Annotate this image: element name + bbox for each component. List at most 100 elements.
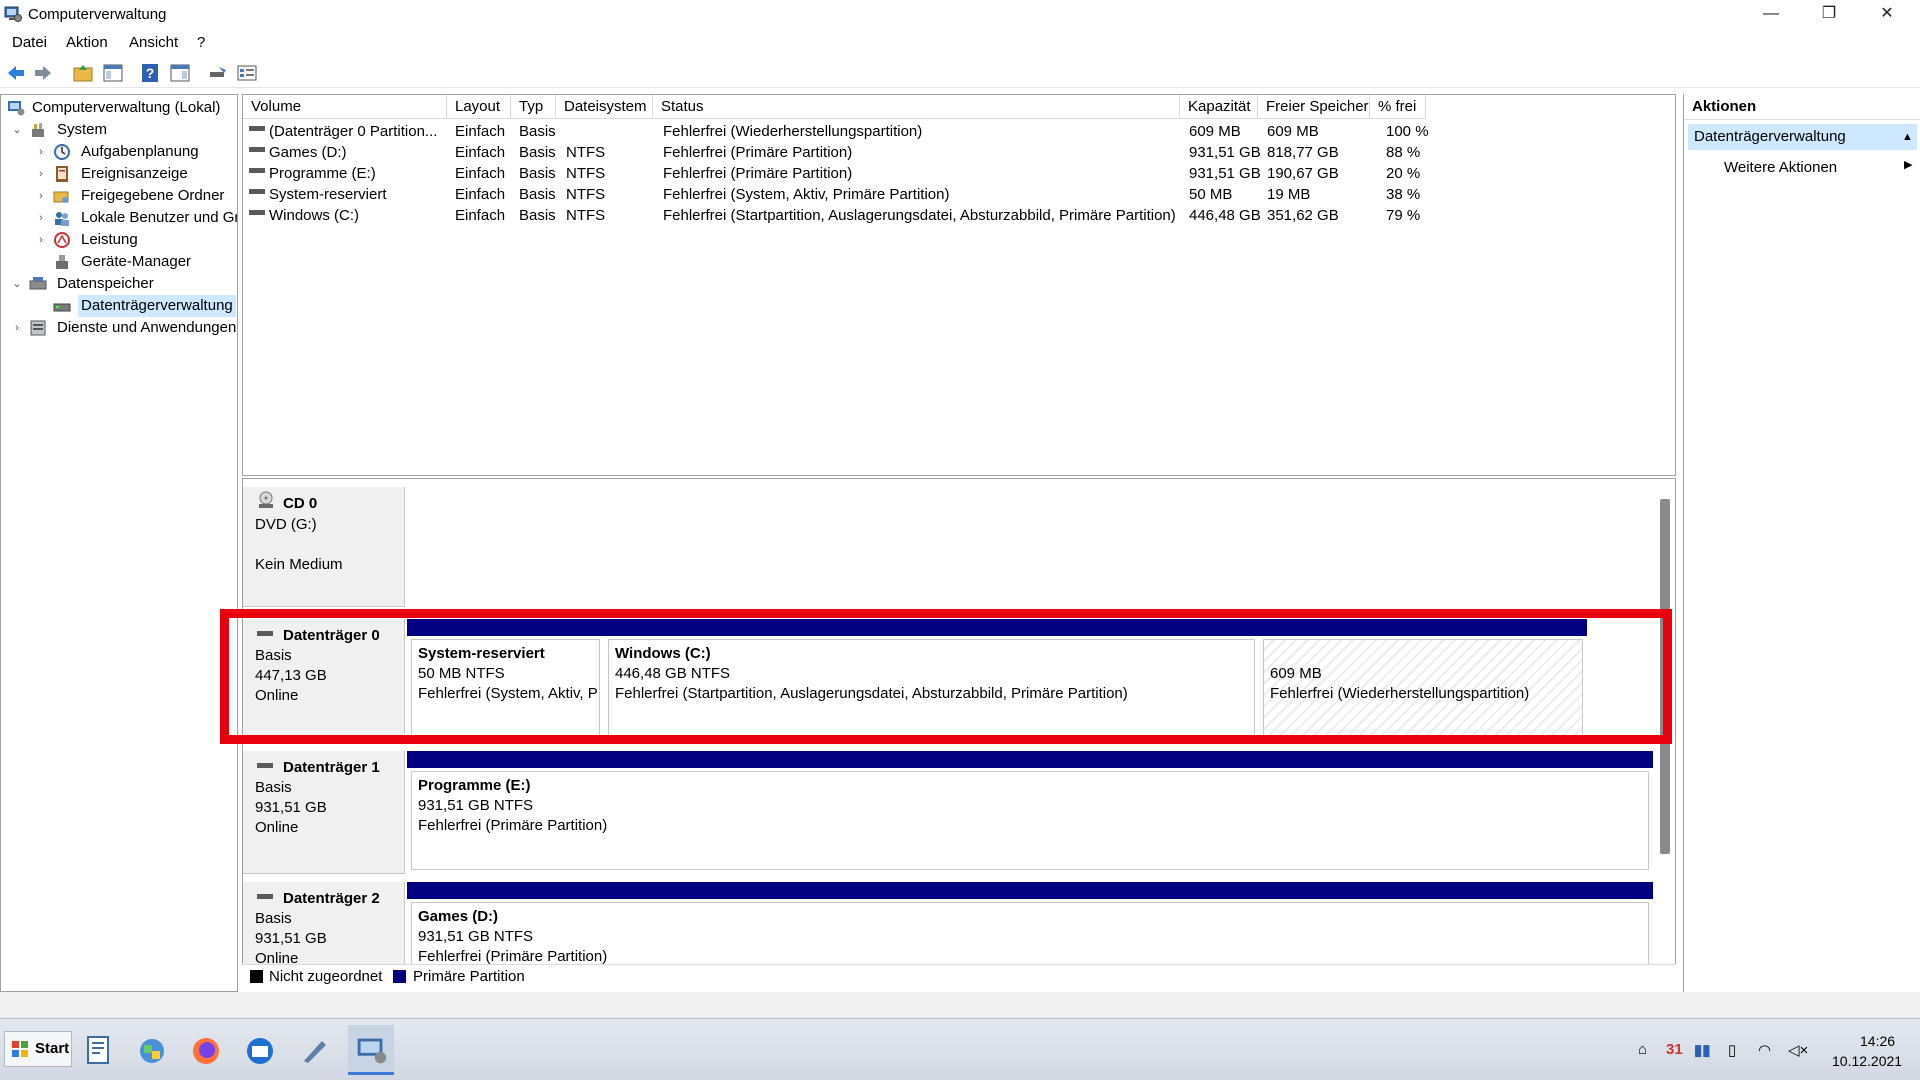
show-hide-console-tree-icon[interactable] <box>102 62 124 84</box>
chevron-down-icon[interactable]: ⌄ <box>11 119 23 141</box>
tree-item-leistung[interactable]: › Leistung <box>5 229 235 251</box>
column-header-freier-speicher[interactable]: Freier Speicher <box>1258 95 1370 119</box>
pen-tool-icon[interactable] <box>294 1031 334 1071</box>
forward-arrow-icon[interactable] <box>32 62 54 84</box>
properties-list-icon[interactable] <box>236 62 258 84</box>
show-hide-action-pane-icon[interactable] <box>169 62 191 84</box>
close-button[interactable]: ✕ <box>1858 0 1916 29</box>
menu-help[interactable]: ? <box>197 34 205 51</box>
menu-ansicht[interactable]: Ansicht <box>129 34 178 51</box>
collapse-up-icon[interactable]: ▲ <box>1902 124 1913 150</box>
chevron-right-icon[interactable]: › <box>35 207 47 229</box>
tree-item-aufgabenplanung[interactable]: › Aufgabenplanung <box>5 141 235 163</box>
column-header-layout[interactable]: Layout <box>447 95 511 119</box>
volume-icon <box>249 188 265 194</box>
computer-management-icon <box>357 1038 387 1064</box>
connect-drive-icon[interactable] <box>207 62 229 84</box>
column-header-volume[interactable]: Volume <box>243 95 447 119</box>
chevron-right-icon[interactable]: › <box>11 317 23 339</box>
submenu-arrow-icon: ▶ <box>1904 159 1913 171</box>
event-viewer-icon <box>56 166 68 182</box>
column-header-dateisystem[interactable]: Dateisystem <box>556 95 653 119</box>
computer-management-icon <box>8 101 25 116</box>
table-row[interactable]: Windows (C:) Einfach Basis NTFS Fehlerfr… <box>243 205 1675 226</box>
chevron-right-icon[interactable]: › <box>35 229 47 251</box>
notepad-icon[interactable] <box>78 1031 118 1071</box>
disk-row-1[interactable]: Datenträger 1 Basis 931,51 GB Online Pro… <box>243 751 1653 874</box>
primary-partition-swatch <box>393 970 406 983</box>
taskbar-active-app[interactable] <box>348 1025 394 1075</box>
clock-date[interactable]: 10.12.2021 <box>1832 1053 1902 1069</box>
cell-volume: System-reserviert <box>269 186 387 203</box>
tree-item-datenspeicher[interactable]: ⌄ Datenspeicher <box>5 273 235 295</box>
control-panel-icon[interactable] <box>132 1031 172 1071</box>
disk-size: 931,51 GB <box>255 930 327 947</box>
speaker-muted-icon[interactable]: ◁× <box>1788 1041 1808 1059</box>
disk-row-cd0[interactable]: CD 0 DVD (G:) Kein Medium <box>243 487 1653 607</box>
column-header-status[interactable]: Status <box>653 95 1180 119</box>
tree-item-dienste[interactable]: › Dienste und Anwendungen <box>5 317 237 339</box>
cell-kapazitaet: 931,51 GB <box>1189 144 1261 161</box>
disk-type: Basis <box>255 910 292 927</box>
tree-label: Dienste und Anwendungen <box>57 319 237 336</box>
partition-programme-e[interactable]: Programme (E:) 931,51 GB NTFS Fehlerfrei… <box>407 751 1653 874</box>
tree-item-lokale-benutzer[interactable]: › Lokale Benutzer und Gr <box>5 207 237 229</box>
partition-size: 931,51 GB NTFS <box>418 797 534 814</box>
help-icon[interactable]: ? <box>139 62 161 84</box>
up-folder-icon[interactable] <box>72 62 94 84</box>
wifi-icon[interactable]: ◠ <box>1758 1041 1771 1059</box>
menu-datei[interactable]: Datei <box>12 34 47 51</box>
cell-typ: Basis <box>519 144 556 161</box>
tree-item-ereignisanzeige[interactable]: › Ereignisanzeige <box>5 163 235 185</box>
partition-body[interactable]: Programme (E:) 931,51 GB NTFS Fehlerfrei… <box>411 771 1649 870</box>
tree-item-geraete-manager[interactable]: Geräte-Manager <box>5 251 235 273</box>
actions-pane: Aktionen Datenträgerverwaltung ▲ Weitere… <box>1683 94 1920 992</box>
navigation-tree: Computerverwaltung (Lokal) ⌄ System › Au… <box>0 94 238 992</box>
thunderbird-icon[interactable] <box>240 1031 280 1071</box>
primary-partition-bar <box>407 751 1653 768</box>
tray-app-icon[interactable]: ⌂ <box>1638 1041 1647 1058</box>
column-header-kapazitaet[interactable]: Kapazität <box>1180 95 1258 119</box>
menu-bar: Datei Aktion Ansicht ? <box>0 31 1920 55</box>
usb-drive-icon[interactable]: ▯ <box>1728 1041 1736 1059</box>
menu-aktion[interactable]: Aktion <box>66 34 108 51</box>
chevron-right-icon[interactable]: › <box>35 185 47 207</box>
chevron-right-icon[interactable]: › <box>35 141 47 163</box>
cell-typ: Basis <box>519 207 556 224</box>
cell-dateisystem: NTFS <box>566 186 606 203</box>
calendar-icon[interactable]: 31 <box>1666 1041 1683 1058</box>
cell-status: Fehlerfrei (Primäre Partition) <box>663 165 853 182</box>
chevron-right-icon[interactable]: › <box>35 163 47 185</box>
column-header-typ[interactable]: Typ <box>511 95 556 119</box>
table-row[interactable]: Games (D:) Einfach Basis NTFS Fehlerfrei… <box>243 142 1675 163</box>
column-header-prozent-frei[interactable]: % frei <box>1370 95 1426 119</box>
cell-kapazitaet: 609 MB <box>1189 123 1241 140</box>
tree-item-root[interactable]: Computerverwaltung (Lokal) <box>5 97 235 119</box>
performance-icon <box>54 232 70 248</box>
cell-freier-speicher: 818,77 GB <box>1267 144 1339 161</box>
volume-icon <box>249 125 265 131</box>
restore-button[interactable]: ❐ <box>1800 0 1858 29</box>
firefox-icon[interactable] <box>186 1031 226 1071</box>
cell-status: Fehlerfrei (Startpartition, Auslagerungs… <box>663 207 1176 224</box>
cell-prozent-frei: 79 % <box>1386 207 1421 224</box>
tray-app-icon[interactable]: ▮▮ <box>1694 1041 1711 1059</box>
partition-status: Fehlerfrei (Primäre Partition) <box>418 817 608 834</box>
actions-section-datentraegerverwaltung[interactable]: Datenträgerverwaltung ▲ <box>1688 124 1917 150</box>
disk-info[interactable]: Datenträger 1 Basis 931,51 GB Online <box>243 751 405 874</box>
disk-info[interactable]: CD 0 DVD (G:) Kein Medium <box>243 487 405 607</box>
table-row[interactable]: (Datenträger 0 Partition... Einfach Basi… <box>243 121 1675 142</box>
cell-kapazitaet: 446,48 GB <box>1189 207 1261 224</box>
minimize-button[interactable]: — <box>1742 0 1800 29</box>
table-row[interactable]: Programme (E:) Einfach Basis NTFS Fehler… <box>243 163 1675 184</box>
tree-label: Ereignisanzeige <box>81 165 188 182</box>
start-button[interactable]: Start <box>4 1031 72 1067</box>
table-row[interactable]: System-reserviert Einfach Basis NTFS Feh… <box>243 184 1675 205</box>
tree-item-system[interactable]: ⌄ System <box>5 119 235 141</box>
action-weitere-aktionen[interactable]: Weitere Aktionen <box>1724 158 1837 178</box>
chevron-down-icon[interactable]: ⌄ <box>11 273 23 295</box>
back-arrow-icon[interactable] <box>5 62 27 84</box>
clock-time[interactable]: 14:26 <box>1860 1033 1895 1049</box>
tree-item-freigegebene-ordner[interactable]: › Freigegebene Ordner <box>5 185 235 207</box>
tree-item-datentraegerverwaltung[interactable]: Datenträgerverwaltung <box>5 295 236 317</box>
